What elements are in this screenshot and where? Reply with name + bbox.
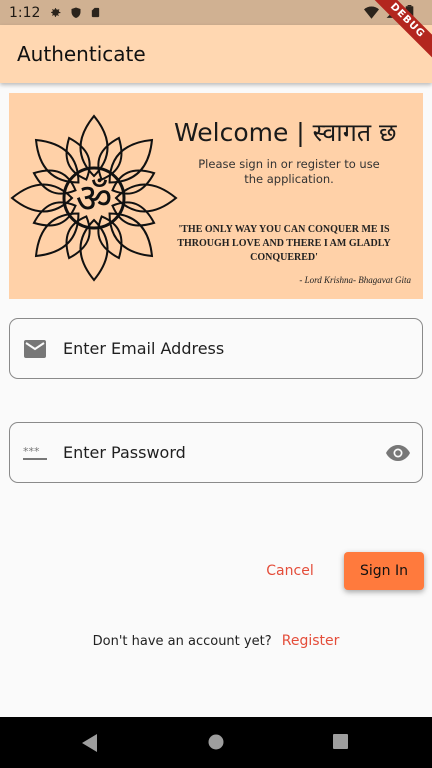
- email-icon: [23, 337, 47, 361]
- welcome-banner: ॐ Welcome | स्वागत छ Please sign in or r…: [9, 93, 423, 299]
- cancel-button[interactable]: Cancel: [255, 556, 325, 586]
- status-left-icons: [49, 6, 101, 19]
- back-icon[interactable]: [82, 734, 98, 752]
- app-bar: Authenticate: [0, 25, 432, 83]
- debug-banner: DEBUG: [372, 0, 432, 60]
- email-field[interactable]: [9, 318, 423, 379]
- register-prompt: Don't have an account yet?: [92, 634, 272, 649]
- welcome-heading: Welcome | स्वागत छ: [174, 118, 397, 147]
- om-symbol: ॐ: [76, 176, 112, 222]
- visibility-toggle-icon[interactable]: [386, 441, 410, 465]
- page-title: Authenticate: [17, 42, 146, 66]
- shield-icon: [71, 7, 81, 18]
- settings-icon: [51, 8, 61, 17]
- sd-card-icon: [92, 7, 100, 18]
- password-icon: ***: [23, 441, 47, 465]
- email-input[interactable]: [61, 338, 422, 359]
- home-icon[interactable]: [208, 734, 224, 750]
- password-field[interactable]: ***: [9, 422, 423, 483]
- status-time: 1:12: [9, 4, 41, 21]
- banner-quote: 'THE ONLY WAY YOU CAN CONQUER ME IS THRO…: [177, 224, 391, 263]
- quote-author: - Lord Krishna- Bhagavat Gita: [299, 275, 411, 285]
- welcome-instruction: Please sign in or register to use the ap…: [198, 157, 380, 186]
- status-bar: 1:12: [0, 0, 432, 25]
- recents-icon[interactable]: [333, 734, 348, 749]
- sign-in-button[interactable]: Sign In: [344, 552, 424, 590]
- svg-text:***: ***: [23, 446, 40, 458]
- lotus-om-icon: ॐ: [10, 114, 178, 282]
- system-nav-bar: [0, 717, 432, 768]
- password-input[interactable]: [61, 442, 386, 463]
- debug-banner-container: DEBUG: [372, 0, 432, 60]
- register-link[interactable]: Register: [282, 633, 340, 649]
- register-row: Don't have an account yet? Register: [0, 633, 432, 649]
